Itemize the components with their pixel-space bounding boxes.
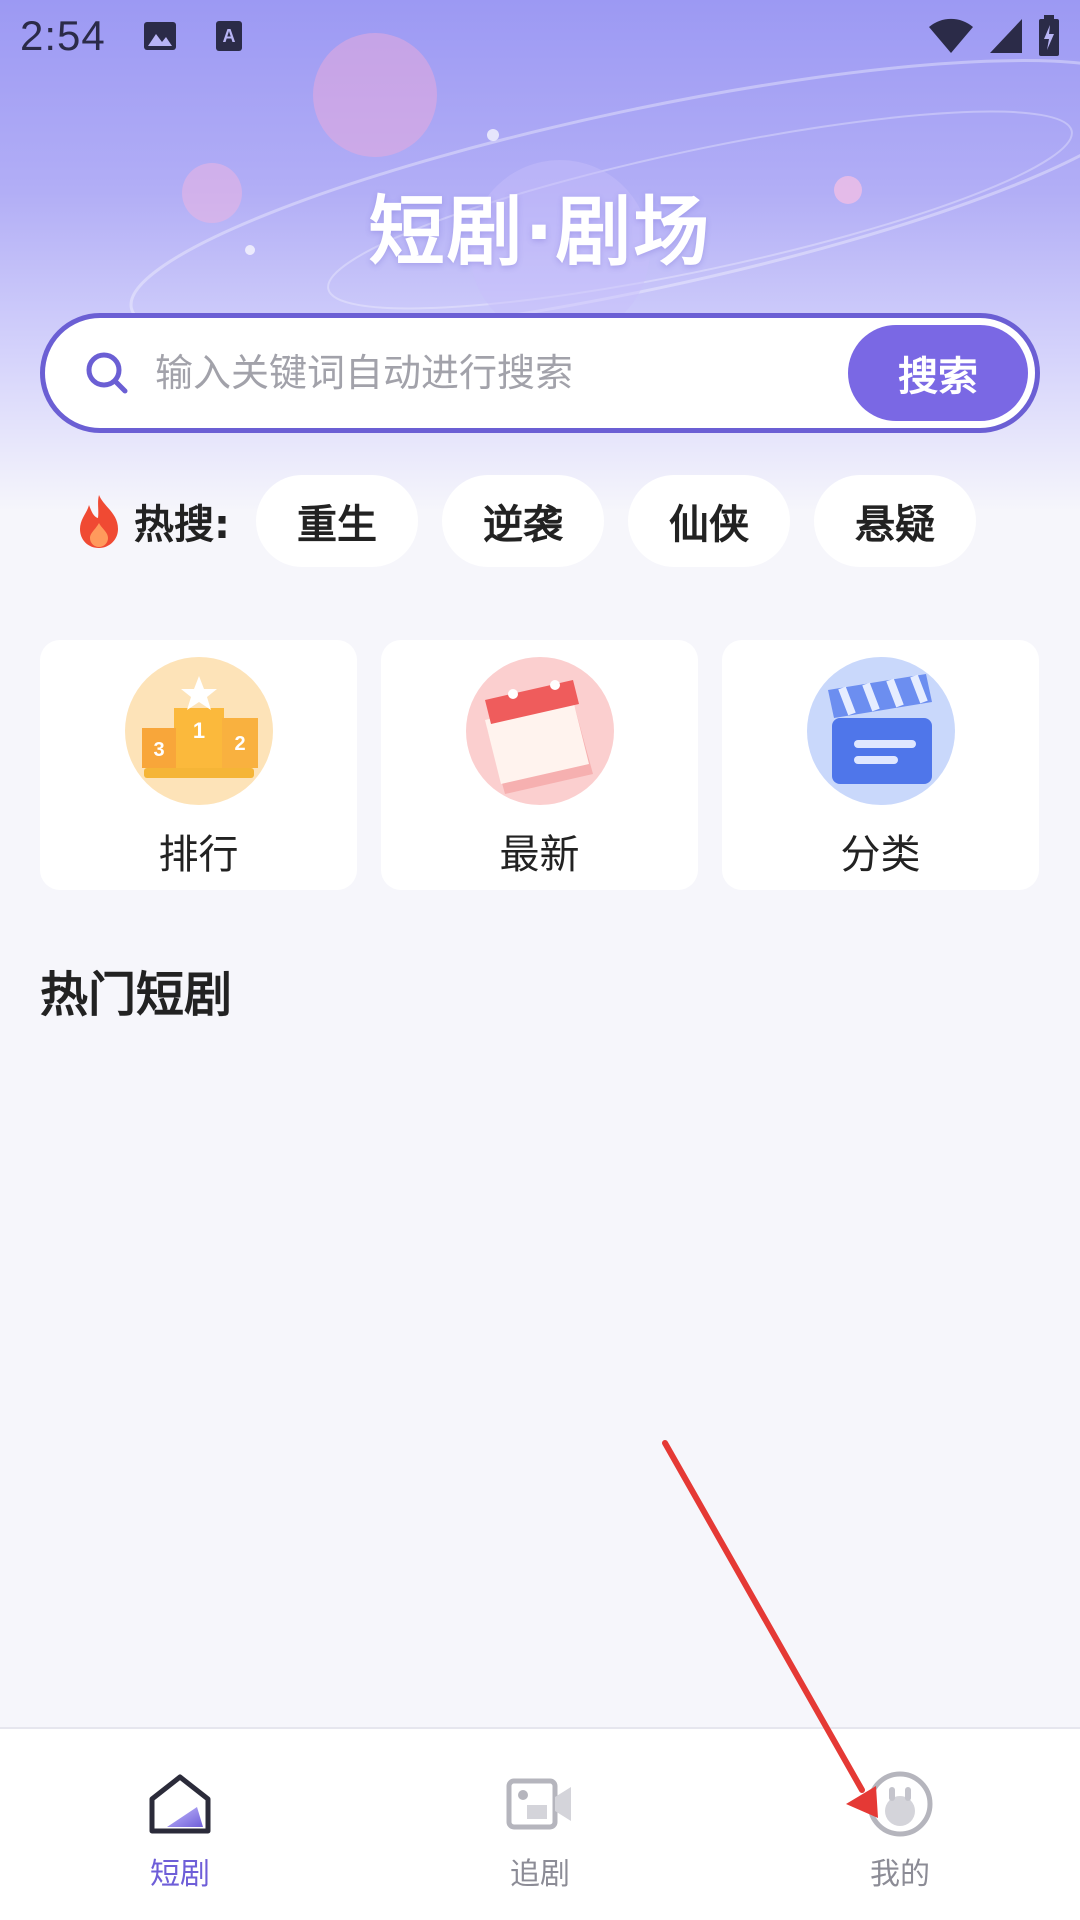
search-button[interactable]: 搜索 — [848, 325, 1028, 421]
svg-text:1: 1 — [192, 718, 204, 743]
hot-tag-mystery[interactable]: 悬疑 — [814, 475, 976, 567]
bottom-nav: 短剧 追剧 我的 — [0, 1727, 1080, 1920]
video-camera-icon — [506, 1778, 571, 1830]
search-icon — [86, 352, 128, 394]
calendar-icon — [465, 657, 614, 805]
svg-text:2: 2 — [234, 733, 245, 755]
nav-tab-following[interactable]: 追剧 — [360, 1729, 720, 1920]
signal-icon — [990, 19, 1022, 53]
search-box[interactable]: 搜索 — [40, 313, 1040, 433]
podium-icon: 1 3 2 — [124, 657, 273, 805]
category-latest[interactable]: 最新 — [381, 640, 698, 890]
nav-tab-profile[interactable]: 我的 — [720, 1729, 1080, 1920]
hot-search-label: 热搜: — [134, 502, 230, 548]
category-label: 排行 — [158, 832, 239, 878]
fire-icon — [80, 495, 118, 548]
section-title: 热门短剧 — [40, 967, 233, 1023]
app-title: 短剧·剧场 — [368, 187, 712, 276]
category-ranking[interactable]: 1 3 2 排行 — [40, 640, 357, 890]
category-label: 分类 — [840, 832, 921, 878]
gallery-notification-icon — [143, 22, 176, 50]
hot-tag-rebirth[interactable]: 重生 — [256, 475, 418, 567]
svg-text:3: 3 — [153, 739, 164, 761]
status-time: 2:54 — [20, 12, 106, 59]
hot-tag-xianxia[interactable]: 仙侠 — [628, 475, 790, 567]
battery-icon — [1039, 15, 1059, 56]
category-classification[interactable]: 分类 — [722, 640, 1039, 890]
svg-text:A: A — [222, 26, 235, 46]
nav-label: 追剧 — [510, 1857, 570, 1892]
hot-search-row: 热搜: 重生 逆袭 仙侠 悬疑 — [74, 475, 1000, 567]
wifi-icon — [929, 18, 973, 53]
text-notification-icon: A — [215, 21, 242, 51]
nav-label: 短剧 — [150, 1857, 210, 1892]
home-icon — [149, 1774, 211, 1834]
nav-label: 我的 — [870, 1857, 930, 1892]
status-bar: 2:54 A — [0, 0, 1080, 72]
profile-icon — [867, 1771, 933, 1837]
category-label: 最新 — [499, 832, 580, 878]
clapperboard-icon — [806, 657, 955, 805]
category-cards: 1 3 2 排行 最新 分类 — [40, 640, 1039, 890]
hot-tag-comeback[interactable]: 逆袭 — [442, 475, 604, 567]
nav-tab-short-drama[interactable]: 短剧 — [0, 1729, 360, 1920]
